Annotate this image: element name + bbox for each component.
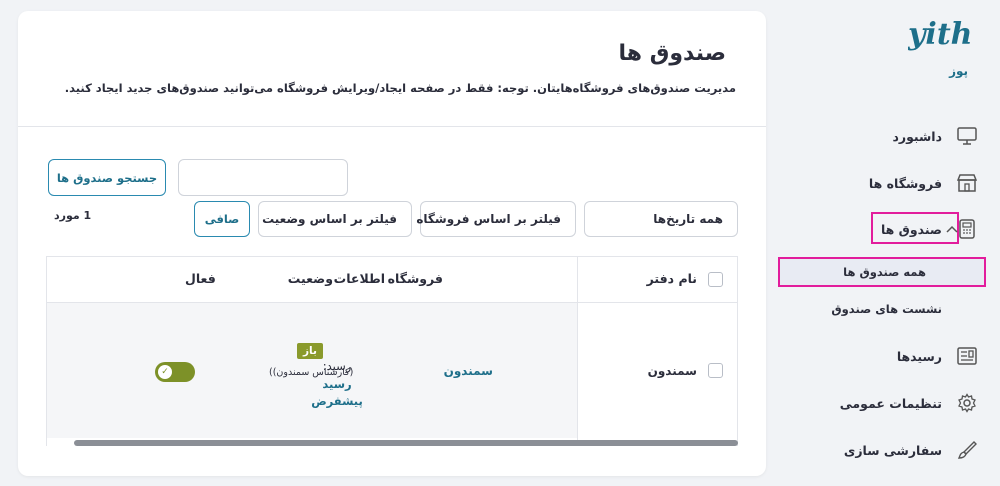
yith-logo: yith <box>907 14 973 54</box>
row-store-link[interactable]: سمندون <box>444 364 493 378</box>
sidebar-item-label: رسیدها <box>896 348 942 364</box>
status-badge: باز <box>297 343 323 359</box>
brush-icon <box>956 439 978 461</box>
subitem-label: همه صندوق ها <box>843 265 926 279</box>
main-panel: صندوق ها مدیریت صندوق‌های فروشگاه‌هایتان… <box>18 11 766 476</box>
store-filter-value: فیلتر بر اساس فروشگاه <box>416 212 561 226</box>
divider <box>18 126 766 127</box>
store-filter-select[interactable]: فیلتر بر اساس فروشگاه <box>416 201 576 237</box>
dates-filter-value: همه تاریخ‌ها <box>653 212 723 226</box>
sidebar-item-label: سفارشی سازی <box>843 442 942 458</box>
col-store: فروشگاه <box>387 271 443 286</box>
status-filter-select[interactable]: فیلتر بر اساس وضعیت <box>258 201 412 237</box>
store-icon <box>956 172 978 194</box>
sidebar-item-registers[interactable]: صندوق ها <box>768 211 1000 247</box>
dates-filter-select[interactable]: همه تاریخ‌ها <box>584 201 738 237</box>
search-input[interactable] <box>178 159 348 196</box>
col-status: وضعیت <box>287 271 333 286</box>
sidebar-item-dashboard[interactable]: داشبورد <box>768 118 1000 154</box>
gear-icon <box>956 392 978 414</box>
col-name: نام دفتر <box>646 271 697 286</box>
register-icon <box>956 218 978 240</box>
horizontal-scrollbar[interactable] <box>74 440 738 446</box>
item-count: 1 مورد <box>54 209 92 222</box>
col-info: اطلاعات <box>333 271 385 286</box>
registers-table: فروشگاه اطلاعات وضعیت فعال سمندون رسید: … <box>46 256 738 446</box>
chevron-up-icon[interactable] <box>946 222 958 236</box>
page-description: مدیریت صندوق‌های فروشگاه‌هایتان. توجه: ف… <box>64 81 736 95</box>
sidebar: yith پوز داشبورد فروشگاه ها صندوق ها همه… <box>768 0 1000 486</box>
sidebar-item-receipts[interactable]: رسیدها <box>768 338 1000 374</box>
sidebar-item-general-settings[interactable]: تنظیمات عمومی <box>768 385 1000 421</box>
check-icon: ✓ <box>158 365 172 379</box>
search-button[interactable]: جستجو صندوق ها <box>48 159 166 196</box>
frozen-columns: نام دفتر سمندون <box>577 257 737 446</box>
frozen-header: نام دفتر <box>578 257 737 303</box>
subitem-register-sessions[interactable]: نشست های صندوق <box>831 302 942 316</box>
col-active: فعال <box>185 271 216 286</box>
status-filter-value: فیلتر بر اساس وضعیت <box>262 212 397 226</box>
sidebar-item-label: داشبورد <box>892 128 942 144</box>
monitor-icon <box>956 125 978 147</box>
row-info-receipt-link[interactable]: رسید پیشفرض <box>307 376 367 410</box>
sidebar-item-label: فروشگاه ها <box>868 175 942 191</box>
apply-filter-button[interactable]: صافی <box>194 201 250 237</box>
active-toggle[interactable]: ✓ <box>155 362 195 382</box>
page-title: صندوق ها <box>618 41 726 66</box>
row-info: رسید: رسید پیشفرض <box>297 355 377 410</box>
subitem-all-registers[interactable]: همه صندوق ها <box>778 257 986 287</box>
sidebar-item-label: صندوق ها <box>880 221 942 237</box>
brand-name: پوز <box>949 64 968 78</box>
sidebar-item-label: تنظیمات عمومی <box>839 395 942 411</box>
select-all-checkbox[interactable] <box>708 272 723 287</box>
row-checkbox[interactable] <box>708 363 723 378</box>
sidebar-item-stores[interactable]: فروشگاه ها <box>768 165 1000 201</box>
receipt-icon <box>956 345 978 367</box>
sidebar-item-customization[interactable]: سفارشی سازی <box>768 432 1000 468</box>
row-name: سمندون <box>647 364 697 378</box>
status-detail: (کارشناس سمندون)) <box>269 367 354 378</box>
svg-text:yith: yith <box>908 17 972 52</box>
